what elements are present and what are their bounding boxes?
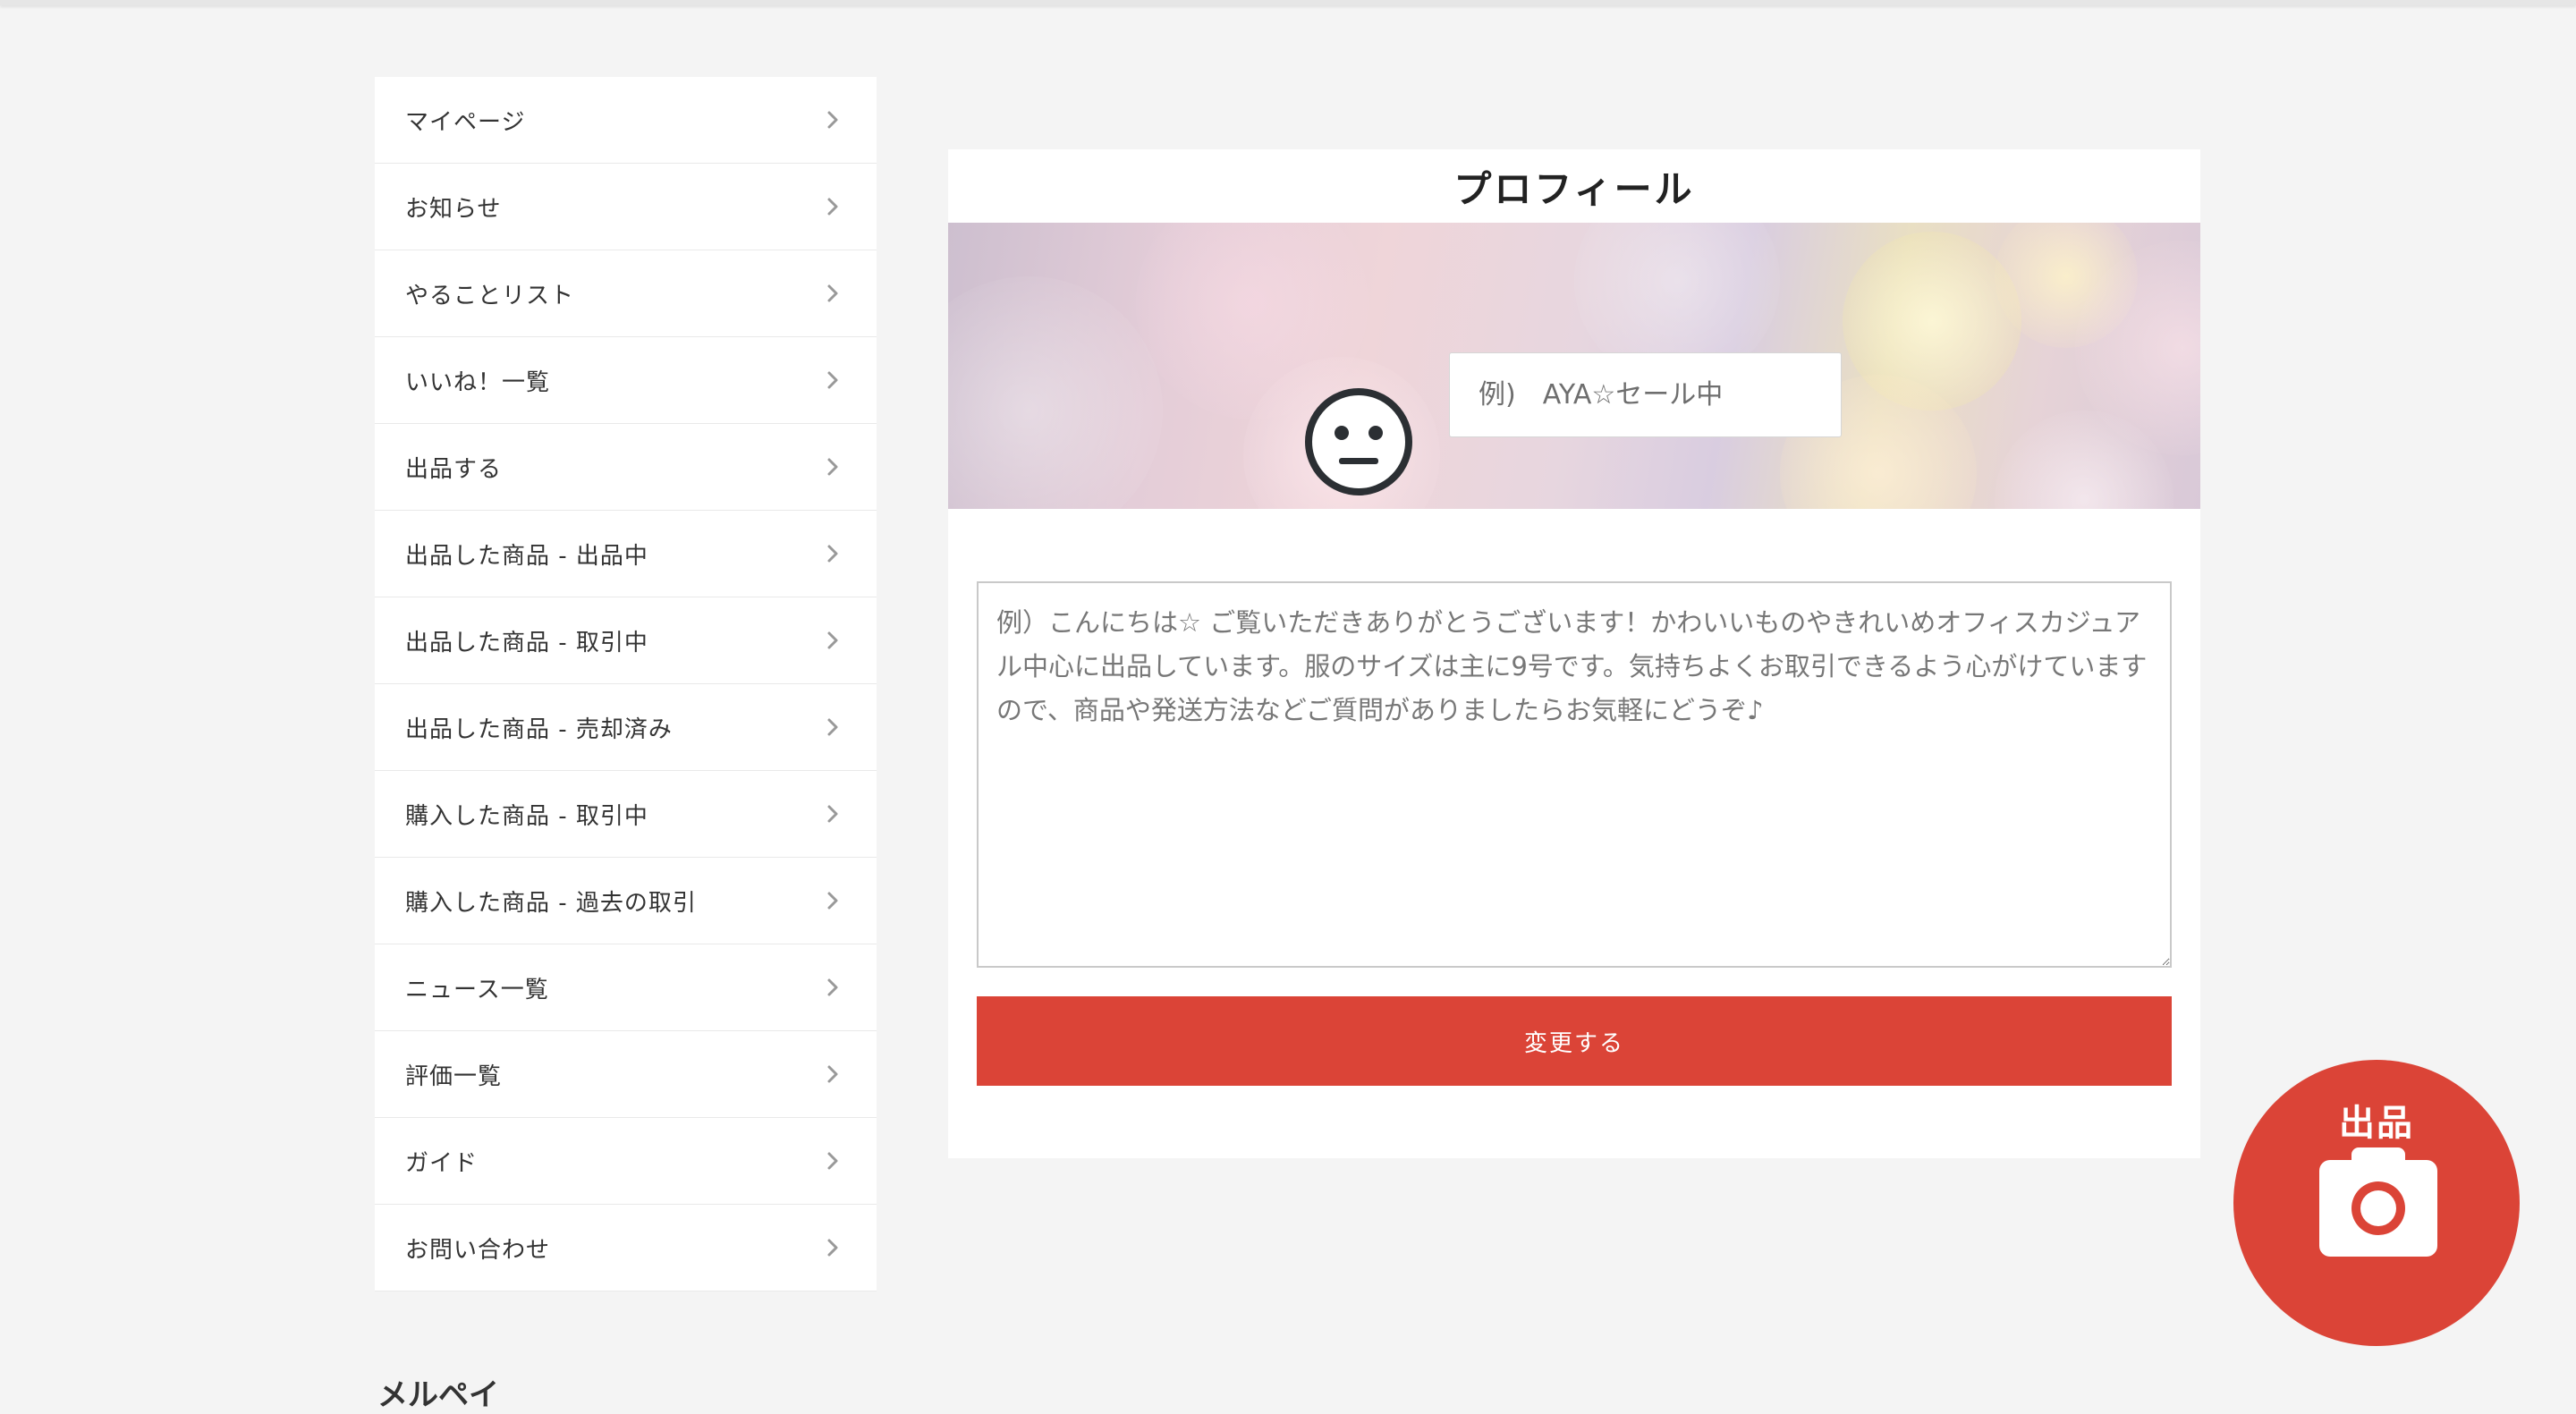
camera-icon: [2319, 1147, 2437, 1257]
chevron-right-icon: [819, 627, 846, 654]
sidebar-item-news[interactable]: ニュース一覧: [375, 944, 877, 1031]
bio-textarea[interactable]: [977, 581, 2172, 968]
sidebar-item-todo[interactable]: やることリスト: [375, 250, 877, 337]
sidebar-item-purchased-past[interactable]: 購入した商品 - 過去の取引: [375, 858, 877, 944]
neutral-face-icon[interactable]: [1303, 386, 1414, 497]
chevron-right-icon: [819, 714, 846, 741]
chevron-right-icon: [819, 540, 846, 567]
chevron-right-icon: [819, 367, 846, 394]
sidebar-item-listed-sold[interactable]: 出品した商品 - 売却済み: [375, 684, 877, 771]
sidebar-item-label: いいね！一覧: [405, 368, 551, 396]
sidebar-item-label: マイページ: [405, 108, 526, 136]
chevron-right-icon: [819, 1147, 846, 1174]
sidebar-item-listed-on-sale[interactable]: 出品した商品 - 出品中: [375, 511, 877, 597]
sidebar-item-listed-trading[interactable]: 出品した商品 - 取引中: [375, 597, 877, 684]
sidebar-item-guide[interactable]: ガイド: [375, 1118, 877, 1205]
chevron-right-icon: [819, 887, 846, 914]
sidebar-item-mypage[interactable]: マイページ: [375, 77, 877, 164]
sidebar-menu: マイページ お知らせ やることリスト いいね！一覧 出品する 出品した商品 - …: [375, 77, 877, 1291]
page-title: プロフィール: [1453, 166, 1695, 211]
sidebar-item-label: 評価一覧: [405, 1063, 503, 1090]
chevron-right-icon: [819, 800, 846, 827]
nickname-input[interactable]: [1449, 352, 1842, 437]
chevron-right-icon: [819, 453, 846, 480]
sell-fab-button[interactable]: 出品: [2233, 1060, 2520, 1346]
profile-panel: プロフィール 変更する: [948, 149, 2200, 1158]
sidebar-item-label: やることリスト: [405, 282, 575, 309]
sidebar-section-title: メルペイ: [377, 1377, 499, 1413]
sidebar-item-label: ガイド: [405, 1149, 479, 1177]
sidebar-item-label: 購入した商品 - 過去の取引: [405, 889, 697, 917]
submit-button[interactable]: 変更する: [977, 996, 2172, 1086]
sidebar-item-contact[interactable]: お問い合わせ: [375, 1205, 877, 1291]
sidebar-item-label: お問い合わせ: [405, 1236, 551, 1264]
sidebar-item-label: ニュース一覧: [405, 976, 549, 1003]
chevron-right-icon: [819, 1061, 846, 1088]
sidebar-item-reviews[interactable]: 評価一覧: [375, 1031, 877, 1118]
chevron-right-icon: [819, 106, 846, 133]
top-bar: [0, 0, 2576, 5]
sidebar-item-notifications[interactable]: お知らせ: [375, 164, 877, 250]
sell-fab-label: 出品: [2339, 1103, 2414, 1144]
chevron-right-icon: [819, 193, 846, 220]
cover-bokeh: [948, 276, 1163, 509]
sidebar-item-sell[interactable]: 出品する: [375, 424, 877, 511]
sidebar-item-likes[interactable]: いいね！一覧: [375, 337, 877, 424]
sidebar-item-label: 出品した商品 - 売却済み: [405, 715, 673, 743]
sidebar-item-label: 出品した商品 - 取引中: [405, 629, 648, 656]
chevron-right-icon: [819, 974, 846, 1001]
sidebar-item-purchased-trading[interactable]: 購入した商品 - 取引中: [375, 771, 877, 858]
chevron-right-icon: [819, 1234, 846, 1261]
sidebar-item-label: 購入した商品 - 取引中: [405, 802, 648, 830]
sidebar-item-label: お知らせ: [405, 195, 502, 223]
cover-image: [948, 223, 2200, 509]
chevron-right-icon: [819, 280, 846, 307]
sidebar-item-label: 出品した商品 - 出品中: [405, 542, 648, 570]
sidebar-item-label: 出品する: [405, 455, 503, 483]
